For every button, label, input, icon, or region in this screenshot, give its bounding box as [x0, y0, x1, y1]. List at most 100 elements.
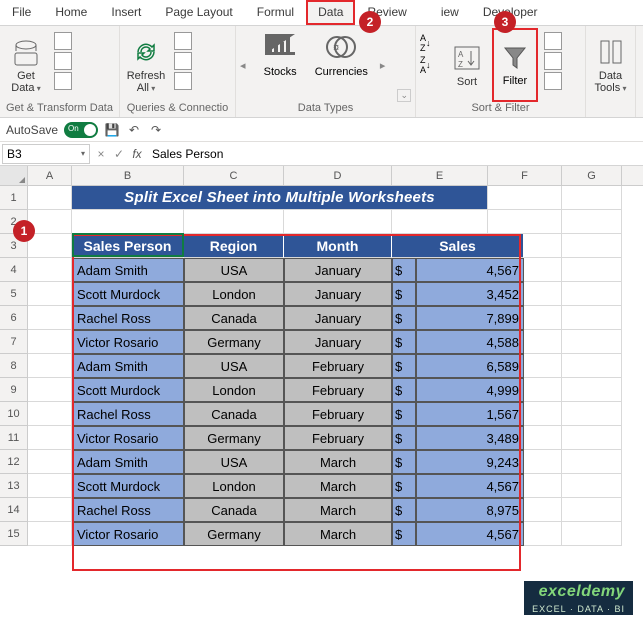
cell-month[interactable]: March	[284, 522, 392, 546]
cell-month[interactable]: March	[284, 450, 392, 474]
properties-icon[interactable]	[174, 52, 192, 70]
cell[interactable]	[28, 450, 72, 474]
cell[interactable]	[488, 210, 562, 234]
cell-sales-person[interactable]: Rachel Ross	[72, 402, 184, 426]
reapply-icon[interactable]	[544, 52, 562, 70]
cell-sales-person[interactable]: Adam Smith	[72, 354, 184, 378]
cell-region[interactable]: Canada	[184, 498, 284, 522]
cell[interactable]	[524, 330, 562, 354]
cell[interactable]	[28, 330, 72, 354]
cell[interactable]	[524, 402, 562, 426]
cell-region[interactable]: Canada	[184, 402, 284, 426]
cell[interactable]	[562, 450, 622, 474]
sort-desc-button[interactable]: ZA↓	[420, 56, 442, 74]
data-tools-button[interactable]: Data Tools ▾	[590, 28, 631, 100]
table-header[interactable]: Sales Person	[72, 234, 184, 258]
cell-currency[interactable]: $	[392, 258, 416, 282]
cell-sales-value[interactable]: 4,999	[416, 378, 524, 402]
advanced-filter-icon[interactable]	[544, 72, 562, 90]
cell[interactable]	[28, 282, 72, 306]
cell-sales-value[interactable]: 4,567	[416, 258, 524, 282]
cell[interactable]	[28, 234, 72, 258]
row-header[interactable]: 10	[0, 402, 28, 426]
cell[interactable]	[28, 522, 72, 546]
cell[interactable]	[28, 426, 72, 450]
cell-month[interactable]: February	[284, 354, 392, 378]
col-header[interactable]: A	[28, 166, 72, 185]
cell-month[interactable]: January	[284, 306, 392, 330]
cell-sales-value[interactable]: 7,899	[416, 306, 524, 330]
tab-insert[interactable]: Insert	[99, 0, 153, 25]
cell-month[interactable]: January	[284, 330, 392, 354]
cell[interactable]	[562, 354, 622, 378]
cell[interactable]	[28, 498, 72, 522]
cell-currency[interactable]: $	[392, 474, 416, 498]
col-header[interactable]: G	[562, 166, 622, 185]
cell-sales-person[interactable]: Adam Smith	[72, 450, 184, 474]
cell[interactable]	[562, 498, 622, 522]
cell-currency[interactable]: $	[392, 402, 416, 426]
cell[interactable]	[562, 282, 622, 306]
cell-currency[interactable]: $	[392, 378, 416, 402]
scroll-right-icon[interactable]: ▸	[380, 59, 386, 72]
cell[interactable]	[524, 258, 562, 282]
cell-month[interactable]: January	[284, 258, 392, 282]
cell[interactable]	[28, 306, 72, 330]
redo-icon[interactable]: ↷	[148, 122, 164, 138]
table-header[interactable]: Sales	[392, 234, 524, 258]
cell-sales-value[interactable]: 4,567	[416, 474, 524, 498]
cell-sales-value[interactable]: 9,243	[416, 450, 524, 474]
cell-sales-value[interactable]: 8,975	[416, 498, 524, 522]
tab-file[interactable]: File	[0, 0, 43, 25]
expand-overflow-icon[interactable]: ⌄	[397, 89, 411, 102]
cell-currency[interactable]: $	[392, 426, 416, 450]
scroll-left-icon[interactable]: ◂	[240, 59, 246, 72]
cell-month[interactable]: March	[284, 474, 392, 498]
from-web-icon[interactable]	[54, 52, 72, 70]
autosave-toggle[interactable]: On	[64, 122, 98, 138]
cell[interactable]	[562, 186, 622, 210]
currencies-button[interactable]: ¤ Currencies	[315, 28, 368, 100]
cell-month[interactable]: February	[284, 402, 392, 426]
cell-sales-person[interactable]: Adam Smith	[72, 258, 184, 282]
cell-sales-value[interactable]: 3,452	[416, 282, 524, 306]
cell[interactable]	[28, 474, 72, 498]
col-header[interactable]: C	[184, 166, 284, 185]
col-header[interactable]: E	[392, 166, 488, 185]
cell[interactable]	[524, 474, 562, 498]
cell[interactable]	[524, 234, 562, 258]
enter-icon[interactable]: ✓	[110, 147, 128, 161]
undo-icon[interactable]: ↶	[126, 122, 142, 138]
cell-region[interactable]: London	[184, 378, 284, 402]
row-header[interactable]: 15	[0, 522, 28, 546]
cell-region[interactable]: USA	[184, 450, 284, 474]
cell[interactable]	[562, 234, 622, 258]
cell[interactable]	[28, 354, 72, 378]
tab-view[interactable]: iew	[419, 0, 471, 25]
formula-input[interactable]: Sales Person	[146, 145, 643, 163]
table-header[interactable]: Month	[284, 234, 392, 258]
name-box[interactable]: B3 ▾	[2, 144, 90, 164]
cell-currency[interactable]: $	[392, 498, 416, 522]
cell-sales-value[interactable]: 6,589	[416, 354, 524, 378]
stocks-button[interactable]: Stocks	[258, 28, 303, 100]
cell-region[interactable]: Germany	[184, 330, 284, 354]
from-text-icon[interactable]	[54, 32, 72, 50]
fx-button[interactable]: fx	[128, 147, 146, 161]
row-header[interactable]: 13	[0, 474, 28, 498]
row-header[interactable]: 1	[0, 186, 28, 210]
cell[interactable]	[524, 450, 562, 474]
col-header[interactable]: F	[488, 166, 562, 185]
cell-sales-person[interactable]: Victor Rosario	[72, 522, 184, 546]
cell[interactable]	[28, 258, 72, 282]
cell-month[interactable]: February	[284, 426, 392, 450]
cell[interactable]	[524, 522, 562, 546]
cell-sales-person[interactable]: Rachel Ross	[72, 306, 184, 330]
cell-region[interactable]: Canada	[184, 306, 284, 330]
cell-region[interactable]: USA	[184, 354, 284, 378]
cell[interactable]	[284, 210, 392, 234]
links-icon[interactable]	[174, 72, 192, 90]
cell[interactable]	[488, 186, 562, 210]
cell[interactable]	[562, 210, 622, 234]
cell-currency[interactable]: $	[392, 306, 416, 330]
